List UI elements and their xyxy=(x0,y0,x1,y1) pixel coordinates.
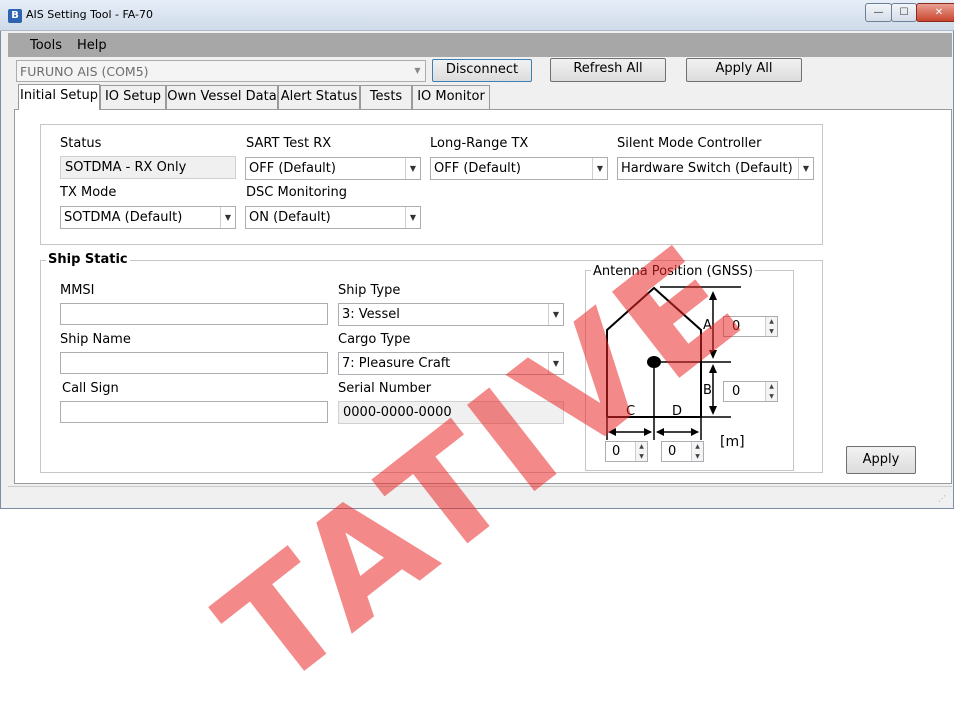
chevron-down-icon[interactable]: ▼ xyxy=(220,207,235,228)
antenna-label-b: B xyxy=(703,383,712,398)
dsc-monitoring-select[interactable]: ON (Default) ▼ xyxy=(245,206,421,229)
antenna-c-stepper[interactable]: 0 ▲ ▼ xyxy=(605,441,648,462)
sart-test-rx-select[interactable]: OFF (Default) ▼ xyxy=(245,157,421,180)
menu-tools[interactable]: Tools xyxy=(30,38,62,53)
mmsi-field[interactable] xyxy=(60,303,328,325)
status-bar xyxy=(8,486,952,506)
tab-tests[interactable]: Tests xyxy=(360,85,412,109)
refresh-all-button[interactable]: Refresh All xyxy=(550,58,666,82)
antenna-c-value: 0 xyxy=(612,444,621,459)
maximize-button[interactable]: ☐ xyxy=(891,3,917,22)
cargo-type-value: 7: Pleasure Craft xyxy=(342,356,451,371)
ship-type-label: Ship Type xyxy=(338,283,401,298)
ship-outline-diagram xyxy=(606,286,741,440)
tx-mode-value: SOTDMA (Default) xyxy=(64,210,183,225)
minimize-button[interactable]: — xyxy=(865,3,892,22)
mmsi-label: MMSI xyxy=(60,283,95,298)
apply-all-button[interactable]: Apply All xyxy=(686,58,802,82)
antenna-d-stepper[interactable]: 0 ▲ ▼ xyxy=(661,441,704,462)
spin-arrows-icon[interactable]: ▲ ▼ xyxy=(691,442,703,461)
chevron-down-icon[interactable]: ▼ xyxy=(410,61,425,81)
dsc-monitoring-label: DSC Monitoring xyxy=(246,185,347,200)
long-range-tx-value: OFF (Default) xyxy=(434,161,521,176)
antenna-a-value: 0 xyxy=(732,319,741,334)
ship-name-label: Ship Name xyxy=(60,332,131,347)
long-range-tx-label: Long-Range TX xyxy=(430,136,529,151)
ship-name-field[interactable] xyxy=(60,352,328,374)
tx-mode-select[interactable]: SOTDMA (Default) ▼ xyxy=(60,206,236,229)
close-button[interactable]: ✕ xyxy=(916,3,954,22)
antenna-a-stepper[interactable]: 0 ▲ ▼ xyxy=(723,316,778,337)
status-field: SOTDMA - RX Only xyxy=(60,156,236,179)
spin-arrows-icon[interactable]: ▲ ▼ xyxy=(765,382,777,401)
silent-mode-select[interactable]: Hardware Switch (Default) ▼ xyxy=(617,157,814,180)
disconnect-button[interactable]: Disconnect xyxy=(432,59,532,82)
antenna-label-a: A xyxy=(703,318,712,333)
antenna-label-d: D xyxy=(672,404,683,419)
chevron-down-icon[interactable]: ▼ xyxy=(592,158,607,179)
window-title: AIS Setting Tool - FA-70 xyxy=(26,8,154,21)
silent-mode-value: Hardware Switch (Default) xyxy=(621,161,793,176)
unit-label: [m] xyxy=(720,434,745,450)
dsc-monitoring-value: ON (Default) xyxy=(249,210,331,225)
port-select-value: FURUNO AIS (COM5) xyxy=(20,64,149,79)
antenna-b-value: 0 xyxy=(732,384,741,399)
tab-io-monitor[interactable]: IO Monitor xyxy=(412,85,490,109)
chevron-down-icon[interactable]: ▼ xyxy=(548,353,563,374)
call-sign-field[interactable] xyxy=(60,401,328,423)
antenna-b-stepper[interactable]: 0 ▲ ▼ xyxy=(723,381,778,402)
call-sign-label: Call Sign xyxy=(62,381,119,396)
chevron-down-icon[interactable]: ▼ xyxy=(548,304,563,325)
menu-bar xyxy=(8,33,952,57)
spin-arrows-icon[interactable]: ▲ ▼ xyxy=(765,317,777,336)
tab-alert-status[interactable]: Alert Status xyxy=(278,85,360,109)
tab-io-setup[interactable]: IO Setup xyxy=(100,85,166,109)
chevron-down-icon[interactable]: ▼ xyxy=(405,207,420,228)
antenna-label-c: C xyxy=(626,404,636,419)
tab-initial-setup[interactable]: Initial Setup xyxy=(18,84,100,110)
ship-static-title: Ship Static xyxy=(46,252,130,267)
antenna-d-value: 0 xyxy=(668,444,677,459)
sart-test-rx-value: OFF (Default) xyxy=(249,161,336,176)
antenna-position-title: Antenna Position (GNSS) xyxy=(591,264,755,279)
menu-help[interactable]: Help xyxy=(77,38,107,53)
chevron-down-icon[interactable]: ▼ xyxy=(798,158,813,179)
cargo-type-select[interactable]: 7: Pleasure Craft ▼ xyxy=(338,352,564,375)
app-icon: B xyxy=(8,9,22,23)
tab-own-vessel-data[interactable]: Own Vessel Data xyxy=(166,85,278,109)
apply-button[interactable]: Apply xyxy=(846,446,916,474)
tx-mode-label: TX Mode xyxy=(60,185,117,200)
spin-arrows-icon[interactable]: ▲ ▼ xyxy=(635,442,647,461)
status-label: Status xyxy=(60,136,102,151)
sart-test-rx-label: SART Test RX xyxy=(246,136,332,151)
long-range-tx-select[interactable]: OFF (Default) ▼ xyxy=(430,157,608,180)
silent-mode-label: Silent Mode Controller xyxy=(617,136,762,151)
resize-grip-icon[interactable]: ⋰ xyxy=(938,494,946,503)
serial-number-label: Serial Number xyxy=(338,381,432,396)
ship-type-value: 3: Vessel xyxy=(342,307,400,322)
chevron-down-icon[interactable]: ▼ xyxy=(405,158,420,179)
serial-number-field: 0000-0000-0000 xyxy=(338,401,564,424)
cargo-type-label: Cargo Type xyxy=(338,332,411,347)
ship-type-select[interactable]: 3: Vessel ▼ xyxy=(338,303,564,326)
